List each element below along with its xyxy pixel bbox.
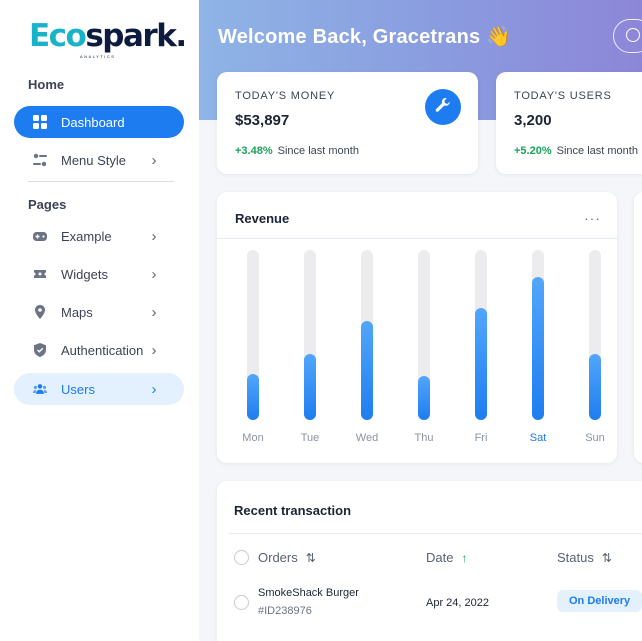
column-header-orders[interactable]: Orders ⇅ — [258, 550, 316, 565]
transactions-card: Recent transaction Orders ⇅ Date ↑ Status ⇅… — [217, 481, 642, 641]
bar-track-wed — [361, 250, 373, 420]
wrench-icon — [435, 97, 451, 118]
bar-sat[interactable] — [532, 277, 544, 420]
bar-label-tue: Tue — [300, 432, 320, 444]
sort-icon: ⇅ — [601, 550, 612, 565]
side-card-peek — [634, 192, 642, 463]
gamepad-icon — [33, 229, 47, 243]
bar-label-wed: Wed — [355, 432, 379, 444]
revenue-title: Revenue — [235, 211, 290, 226]
bar-mon[interactable] — [247, 374, 259, 420]
card-divider — [229, 533, 642, 534]
brand-tagline: ANALYTICS — [80, 54, 116, 59]
sidebar-item-widgets[interactable]: Widgets › — [14, 258, 184, 290]
sidebar: Ecospark. ANALYTICS Home Dashboard Menu … — [0, 0, 199, 641]
chevron-right-icon: › — [151, 380, 157, 398]
sort-icon: ⇅ — [305, 550, 316, 565]
sidebar-item-label: Menu Style — [61, 152, 127, 168]
order-id: #ID238976 — [258, 605, 312, 617]
sliders-icon — [33, 153, 47, 167]
sidebar-item-label: Maps — [61, 304, 93, 320]
bar-wed[interactable] — [361, 321, 373, 420]
search-icon — [626, 28, 640, 42]
sidebar-item-dashboard[interactable]: Dashboard — [14, 106, 184, 138]
sidebar-item-label: Example — [61, 228, 112, 244]
revenue-card: Revenue ··· Mon Tue Wed Thu Fri Sat Sun — [217, 192, 617, 463]
bar-track-fri — [475, 250, 487, 420]
bar-track-tue — [304, 250, 316, 420]
bar-label-thu: Thu — [414, 432, 434, 444]
stat-value: $53,897 — [235, 112, 290, 129]
stat-icon-button[interactable] — [425, 89, 461, 125]
stat-change: +5.20% Since last month — [514, 145, 638, 157]
sidebar-divider — [28, 181, 174, 182]
bar-track-thu — [418, 250, 430, 420]
shield-icon — [33, 343, 47, 357]
chevron-right-icon: › — [151, 227, 157, 245]
order-date: Apr 24, 2022 — [426, 597, 489, 609]
section-title-pages: Pages — [28, 197, 67, 212]
ticket-icon — [33, 267, 47, 281]
chevron-right-icon: › — [151, 265, 157, 283]
map-pin-icon — [33, 305, 47, 319]
bar-thu[interactable] — [418, 376, 430, 420]
stat-card-users: TODAY'S USERS 3,200 +5.20% Since last mon… — [496, 72, 642, 174]
stat-label: TODAY'S MONEY — [235, 90, 336, 102]
status-badge: On Delivery — [557, 590, 642, 612]
sidebar-item-authentication[interactable]: Authentication › — [14, 334, 184, 366]
bar-track-sun — [589, 250, 601, 420]
chevron-right-icon: › — [151, 151, 157, 169]
row-checkbox[interactable] — [234, 595, 249, 610]
sidebar-item-menu-style[interactable]: Menu Style › — [14, 144, 184, 176]
bar-label-sat: Sat — [529, 432, 547, 444]
stat-value: 3,200 — [514, 112, 552, 129]
brand-logo[interactable]: Ecospark. — [29, 18, 187, 54]
bar-label-sun: Sun — [585, 432, 605, 444]
chevron-right-icon: › — [151, 341, 157, 359]
column-header-date[interactable]: Date ↑ — [426, 550, 467, 565]
stat-change: +3.48% Since last month — [235, 145, 359, 157]
sidebar-item-label: Users — [61, 381, 95, 397]
bar-fri[interactable] — [475, 308, 487, 420]
section-title-home: Home — [28, 77, 65, 92]
search-button[interactable] — [613, 19, 642, 53]
bar-label-mon: Mon — [242, 432, 264, 444]
sort-ascending-icon: ↑ — [461, 550, 468, 565]
chevron-right-icon: › — [151, 303, 157, 321]
users-icon — [33, 382, 47, 396]
bar-tue[interactable] — [304, 354, 316, 420]
dashboard-grid-icon — [33, 115, 47, 129]
bar-sun[interactable] — [589, 354, 601, 420]
stat-card-money: TODAY'S MONEY $53,897 +3.48% Since last m… — [217, 72, 478, 174]
order-name: SmokeShack Burger — [258, 587, 359, 599]
select-all-checkbox[interactable] — [234, 550, 249, 565]
sidebar-item-maps[interactable]: Maps › — [14, 296, 184, 328]
column-header-status[interactable]: Status ⇅ — [557, 550, 612, 565]
sidebar-item-example[interactable]: Example › — [14, 220, 184, 252]
sidebar-item-users[interactable]: Users › — [14, 373, 184, 405]
page-title: Welcome Back, Gracetrans 👋 — [218, 26, 512, 48]
more-icon[interactable]: ··· — [584, 210, 601, 226]
card-divider — [217, 238, 617, 239]
sidebar-item-label: Dashboard — [61, 114, 125, 130]
sidebar-item-label: Authentication — [61, 342, 144, 358]
transactions-title: Recent transaction — [234, 503, 352, 518]
sidebar-item-label: Widgets — [61, 266, 108, 282]
stat-label: TODAY'S USERS — [514, 90, 612, 102]
bar-track-sat — [532, 250, 544, 420]
bar-track-mon — [247, 250, 259, 420]
bar-label-fri: Fri — [474, 432, 488, 444]
